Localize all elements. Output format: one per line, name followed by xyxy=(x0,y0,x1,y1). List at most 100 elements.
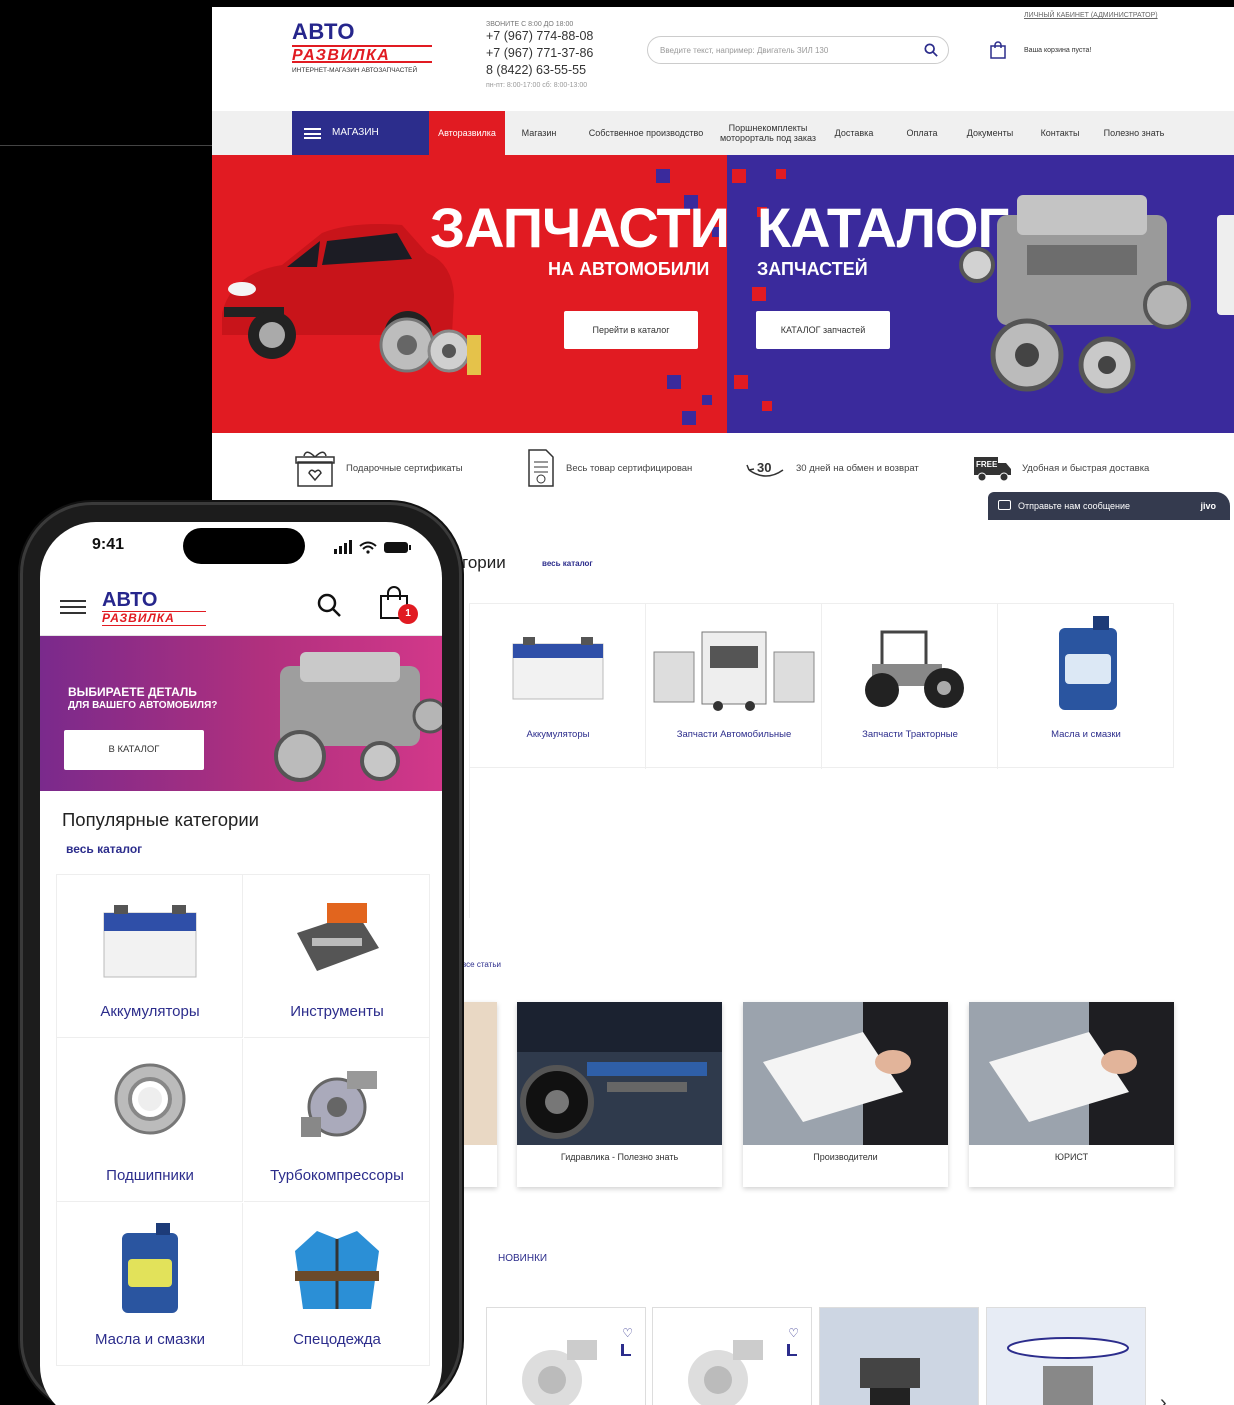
mobile-banner-text: ВЫБИРАЕТЕ ДЕТАЛЬ ДЛЯ ВАШЕГО АВТОМОБИЛЯ? xyxy=(68,686,217,712)
account-link[interactable]: ЛИЧНЫЙ КАБИНЕТ (АДМИНИСТРАТОР) xyxy=(1024,12,1158,19)
battery-image xyxy=(103,905,197,978)
cart-status[interactable]: Ваша корзина пуста! xyxy=(1024,47,1091,54)
site-logo[interactable]: АВТО РАЗВИЛКА ИНТЕРНЕТ-МАГАЗИН АВТОЗАПЧА… xyxy=(292,21,432,74)
mobile-logo-top: АВТО xyxy=(102,589,158,611)
gift-icon xyxy=(295,451,335,487)
nav-item-useful[interactable]: Полезно знать xyxy=(1096,111,1172,155)
article-title: ЮРИСТ xyxy=(1054,1152,1089,1162)
article-card[interactable]: ЮРИСТ xyxy=(969,1002,1174,1187)
nav-item-production[interactable]: Собственное производство xyxy=(574,111,718,155)
categories-link[interactable]: весь каталог xyxy=(542,559,593,568)
tractor-image xyxy=(865,630,964,708)
advantage-delivery: FREE Удобная и быстрая доставка xyxy=(974,448,1149,488)
status-time: 9:41 xyxy=(92,536,125,553)
mobile-category-label: Инструменты xyxy=(290,1003,384,1020)
cart-icon[interactable] xyxy=(990,41,1006,59)
logo-top: АВТО xyxy=(292,19,355,44)
showcase-stage: АВТО РАЗВИЛКА ИНТЕРНЕТ-МАГАЗИН АВТОЗАПЧА… xyxy=(0,0,1234,1405)
catalog-menu-button[interactable]: МАГАЗИН xyxy=(292,111,429,155)
phone-3[interactable]: 8 (8422) 63-55-55 xyxy=(486,62,593,79)
chat-label: Отправьте нам сообщение xyxy=(1018,501,1131,511)
cart-count-badge: 1 xyxy=(398,604,418,624)
product-card[interactable] xyxy=(819,1307,979,1405)
article-card[interactable]: Производители xyxy=(743,1002,948,1187)
mobile-catalog-button[interactable]: В КАТАЛОГ xyxy=(64,730,204,770)
oil-can-image xyxy=(1059,616,1117,710)
chat-brand: jivo xyxy=(1200,501,1216,511)
category-card[interactable]: Запчасти Автомобильные xyxy=(646,604,822,769)
turbo-image xyxy=(688,1340,763,1405)
mobile-category-card[interactable]: Аккумуляторы xyxy=(57,875,243,1038)
mobile-categories-link[interactable]: весь каталог xyxy=(66,842,142,856)
engine-illustration xyxy=(274,652,442,782)
compare-icon[interactable] xyxy=(621,1344,631,1356)
mobile-logo[interactable]: АВТО РАЗВИЛКА xyxy=(102,590,206,626)
new-products-link[interactable]: НОВИНКИ xyxy=(498,1253,547,1264)
search-icon[interactable] xyxy=(924,43,938,57)
articles-link[interactable]: все статьи xyxy=(462,960,501,969)
call-caption: ЗВОНИТЕ С 8:00 ДО 18:00 xyxy=(486,21,574,28)
phone-mockup: 9:41 АВТО РАЗВИЛКА 1 ВЫБИРАЕТЕ ДЕТАЛЬ ДЛ… xyxy=(20,502,462,1405)
nav-item-documents[interactable]: Документы xyxy=(960,111,1020,155)
category-card[interactable]: Аккумуляторы xyxy=(470,604,646,769)
article-card[interactable]: Гидравлика - Полезно знать xyxy=(517,1002,722,1187)
menu-icon xyxy=(304,128,321,139)
category-label: Аккумуляторы xyxy=(526,729,590,740)
chat-widget[interactable]: Отправьте нам сообщение jivo xyxy=(988,492,1230,520)
mobile-category-card[interactable]: Спецодежда xyxy=(244,1203,430,1366)
favorite-icon[interactable]: ♡ xyxy=(788,1326,799,1340)
product-card[interactable]: ♡ xyxy=(652,1307,812,1405)
mobile-category-card[interactable]: Подшипники xyxy=(57,1039,243,1202)
mobile-category-label: Аккумуляторы xyxy=(100,1003,200,1020)
contact-phones: ЗВОНИТЕ С 8:00 ДО 18:00 +7 (967) 774-88-… xyxy=(486,21,593,89)
main-nav: МАГАЗИН Авторазвилка Магазин Собственное… xyxy=(212,111,1234,155)
branded-part-image xyxy=(1007,1337,1129,1405)
article-image xyxy=(969,1002,1174,1145)
divider xyxy=(0,145,212,146)
mobile-category-card[interactable]: Инструменты xyxy=(244,875,430,1038)
mobile-banner-line1: ВЫБИРАЕТЕ ДЕТАЛЬ xyxy=(68,685,197,699)
nav-item-active[interactable]: Авторазвилка xyxy=(429,111,505,155)
category-grid: Аккумуляторы Запчасти Автомобильные Запч… xyxy=(469,603,1174,769)
parts-catalog-button[interactable]: КАТАЛОГ запчастей xyxy=(756,311,890,349)
nav-item-contacts[interactable]: Контакты xyxy=(1032,111,1088,155)
mobile-category-grid: Аккумуляторы Инструменты Подшипники Турб… xyxy=(56,874,430,1366)
turbo-image xyxy=(522,1340,597,1405)
favorite-icon[interactable]: ♡ xyxy=(622,1326,633,1340)
advantage-certified-label: Весь товар сертифицирован xyxy=(566,462,693,474)
logo-bottom: РАЗВИЛКА xyxy=(292,45,432,64)
battery-image xyxy=(512,637,604,700)
advantage-certified: Весь товар сертифицирован xyxy=(526,448,692,488)
mobile-banner-line2: ДЛЯ ВАШЕГО АВТОМОБИЛЯ? xyxy=(68,700,218,711)
menu-icon[interactable] xyxy=(60,600,86,614)
mobile-category-card[interactable]: Масла и смазки xyxy=(57,1203,243,1366)
search-input[interactable]: Введите текст, например: Двигатель ЗИЛ 1… xyxy=(647,36,949,64)
working-hours: пн-пт: 8:00-17:00 сб: 8:00-13:00 xyxy=(486,82,588,89)
article-title: Производители xyxy=(813,1152,878,1162)
mobile-category-label: Масла и смазки xyxy=(94,1331,206,1348)
compare-icon[interactable] xyxy=(787,1344,797,1356)
mobile-category-label: Подшипники xyxy=(106,1167,194,1184)
go-to-catalog-button[interactable]: Перейти в каталог xyxy=(564,311,698,349)
banner-left-subtitle: НА АВТОМОБИЛИ xyxy=(548,259,710,279)
phone-1[interactable]: +7 (967) 774-88-08 xyxy=(486,28,593,45)
category-card[interactable]: Запчасти Тракторные xyxy=(822,604,998,769)
mobile-category-card[interactable]: Турбокомпрессоры xyxy=(244,1039,430,1202)
nav-item-payment[interactable]: Оплата xyxy=(894,111,950,155)
parts-illustration xyxy=(379,317,481,375)
phone-2[interactable]: +7 (967) 771-37-86 xyxy=(486,45,593,62)
nav-item-pistons[interactable]: Поршнекомплекты моторорталь под заказ xyxy=(718,111,818,155)
nav-item-delivery[interactable]: Доставка xyxy=(824,111,884,155)
site-header: АВТО РАЗВИЛКА ИНТЕРНЕТ-МАГАЗИН АВТОЗАПЧА… xyxy=(212,7,1234,111)
side-tab[interactable] xyxy=(1217,215,1234,315)
carousel-next-icon[interactable]: › xyxy=(1160,1392,1167,1405)
category-card[interactable]: Масла и смазки xyxy=(998,604,1174,769)
search-icon[interactable] xyxy=(316,592,342,618)
nav-item-shop[interactable]: Магазин xyxy=(509,111,569,155)
product-card[interactable] xyxy=(986,1307,1146,1405)
starter-gear-image xyxy=(860,1358,920,1405)
mobile-screen: 9:41 АВТО РАЗВИЛКА 1 ВЫБИРАЕТЕ ДЕТАЛЬ ДЛ… xyxy=(40,522,442,1405)
banner-left-title: ЗАПЧАСТИ xyxy=(430,196,730,259)
product-card[interactable]: ♡ xyxy=(486,1307,646,1405)
return-30-icon: 30 xyxy=(746,458,786,478)
